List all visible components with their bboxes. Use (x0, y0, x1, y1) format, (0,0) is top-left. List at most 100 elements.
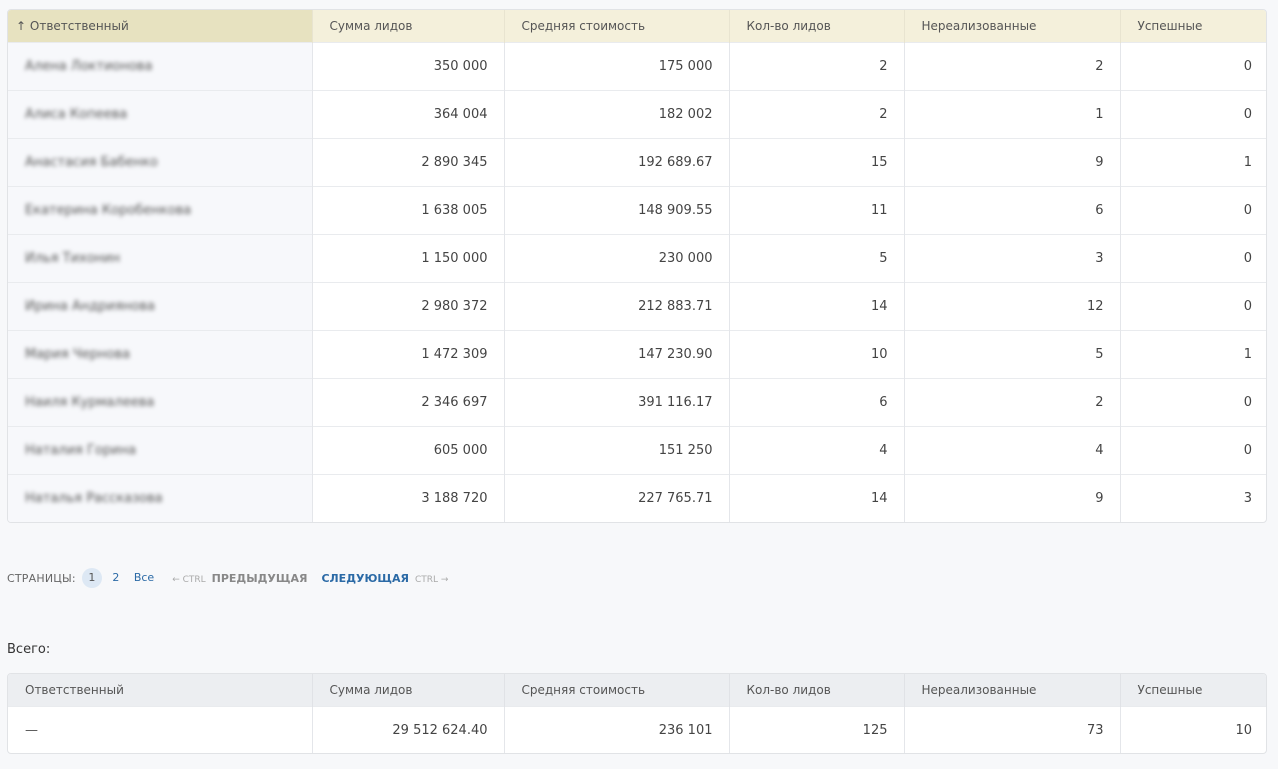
cell-responsible: Илья Тихонин (8, 234, 313, 283)
cell-count: 14 (729, 474, 905, 522)
cell-responsible: Анастасия Бабенко (8, 138, 313, 187)
cell-sum: 3 188 720 (312, 474, 505, 522)
cell-success: 0 (1120, 234, 1266, 283)
cell-responsible: Екатерина Коробенкова (8, 186, 313, 235)
cell-avg: 227 765.71 (504, 474, 730, 522)
cell-responsible: Наталия Горина (8, 426, 313, 475)
cell-sum: 605 000 (312, 426, 505, 475)
cell-responsible: Наиля Курмалеева (8, 378, 313, 427)
cell-responsible: Наталья Рассказова (8, 474, 313, 522)
cell-count: 15 (729, 138, 905, 187)
cell-avg: 192 689.67 (504, 138, 730, 187)
total-sum: 29 512 624.40 (312, 706, 505, 753)
cell-count: 6 (729, 378, 905, 427)
total-avg: 236 101 (504, 706, 730, 753)
page-2-link[interactable]: 2 (106, 568, 126, 588)
cell-unrealized: 2 (904, 42, 1121, 91)
column-header-success[interactable]: Успешные (1120, 10, 1266, 43)
cell-unrealized: 9 (904, 474, 1121, 522)
cell-sum: 1 472 309 (312, 330, 505, 379)
cell-avg: 175 000 (504, 42, 730, 91)
cell-responsible: Мария Чернова (8, 330, 313, 379)
cell-sum: 2 346 697 (312, 378, 505, 427)
column-header-avg[interactable]: Средняя стоимость (504, 10, 730, 43)
prev-page-link[interactable]: ← CTRL ПРЕДЫДУЩАЯ (172, 572, 307, 585)
cell-unrealized: 2 (904, 378, 1121, 427)
table-row: Наталия Горина 605 000 151 250 4 4 0 (8, 426, 1266, 475)
table-row: Мария Чернова 1 472 309 147 230.90 10 5 1 (8, 330, 1266, 379)
cell-success: 0 (1120, 426, 1266, 475)
cell-unrealized: 1 (904, 90, 1121, 139)
total-header-count: Кол-во лидов (729, 674, 905, 707)
cell-count: 10 (729, 330, 905, 379)
cell-avg: 148 909.55 (504, 186, 730, 235)
page-all-link[interactable]: Все (134, 568, 154, 588)
cell-count: 4 (729, 426, 905, 475)
cell-count: 2 (729, 42, 905, 91)
cell-count: 14 (729, 282, 905, 331)
cell-unrealized: 3 (904, 234, 1121, 283)
report-table: ↑ Ответственный Сумма лидов Средняя стои… (7, 9, 1267, 523)
column-header-sum[interactable]: Сумма лидов (312, 10, 505, 43)
cell-avg: 391 116.17 (504, 378, 730, 427)
total-header-unrealized: Нереализованные (904, 674, 1121, 707)
table-row: Алиса Копеева 364 004 182 002 2 1 0 (8, 90, 1266, 139)
cell-success: 0 (1120, 378, 1266, 427)
total-header-success: Успешные (1120, 674, 1266, 707)
cell-unrealized: 9 (904, 138, 1121, 187)
cell-sum: 1 150 000 (312, 234, 505, 283)
cell-success: 3 (1120, 474, 1266, 522)
total-label: Всего: (7, 642, 51, 657)
cell-success: 1 (1120, 330, 1266, 379)
cell-success: 0 (1120, 282, 1266, 331)
table-row: Ирина Андриянова 2 980 372 212 883.71 14 12 0 (8, 282, 1266, 331)
column-header-responsible[interactable]: ↑ Ответственный (8, 10, 313, 43)
cell-responsible: Ирина Андриянова (8, 282, 313, 331)
total-header-responsible: Ответственный (8, 674, 313, 707)
cell-unrealized: 6 (904, 186, 1121, 235)
cell-unrealized: 12 (904, 282, 1121, 331)
cell-success: 1 (1120, 138, 1266, 187)
cell-sum: 364 004 (312, 90, 505, 139)
cell-count: 5 (729, 234, 905, 283)
cell-count: 2 (729, 90, 905, 139)
cell-avg: 147 230.90 (504, 330, 730, 379)
sort-arrow-icon: ↑ (16, 19, 27, 33)
cell-success: 0 (1120, 90, 1266, 139)
table-row: Наиля Курмалеева 2 346 697 391 116.17 6 2 0 (8, 378, 1266, 427)
table-row: Анастасия Бабенко 2 890 345 192 689.67 15 9 1 (8, 138, 1266, 187)
cell-responsible: Алена Локтионова (8, 42, 313, 91)
cell-avg: 151 250 (504, 426, 730, 475)
cell-avg: 182 002 (504, 90, 730, 139)
next-ctrl-hint: CTRL → (414, 574, 449, 585)
cell-sum: 2 980 372 (312, 282, 505, 331)
pagination-label: СТРАНИЦЫ: (7, 571, 76, 585)
totals-table: Ответственный Сумма лидов Средняя стоимо… (7, 673, 1267, 754)
page-1-link[interactable]: 1 (81, 568, 102, 588)
cell-responsible: Алиса Копеева (8, 90, 313, 139)
cell-success: 0 (1120, 186, 1266, 235)
table-row: Наталья Рассказова 3 188 720 227 765.71 14 9… (8, 474, 1266, 522)
total-row: — 29 512 624.40 236 101 125 73 10 (8, 706, 1266, 753)
cell-count: 11 (729, 186, 905, 235)
prev-ctrl-hint: ← CTRL (172, 574, 206, 585)
next-page-link[interactable]: СЛЕДУЮЩАЯ CTRL → (321, 572, 448, 585)
cell-avg: 212 883.71 (504, 282, 730, 331)
column-header-count[interactable]: Кол-во лидов (729, 10, 905, 43)
total-header-avg: Средняя стоимость (504, 674, 730, 707)
table-row: Екатерина Коробенкова 1 638 005 148 909.55… (8, 186, 1266, 235)
cell-sum: 350 000 (312, 42, 505, 91)
pagination: СТРАНИЦЫ: 1 2 Все ← CTRL ПРЕДЫДУЩАЯ СЛЕДУ… (7, 568, 448, 588)
total-count: 125 (729, 706, 905, 753)
column-header-unrealized[interactable]: Нереализованные (904, 10, 1121, 43)
cell-sum: 2 890 345 (312, 138, 505, 187)
total-unrealized: 73 (904, 706, 1121, 753)
cell-sum: 1 638 005 (312, 186, 505, 235)
total-name: — (8, 706, 313, 753)
cell-unrealized: 4 (904, 426, 1121, 475)
cell-avg: 230 000 (504, 234, 730, 283)
total-success: 10 (1120, 706, 1266, 753)
cell-unrealized: 5 (904, 330, 1121, 379)
total-header-sum: Сумма лидов (312, 674, 505, 707)
cell-success: 0 (1120, 42, 1266, 91)
